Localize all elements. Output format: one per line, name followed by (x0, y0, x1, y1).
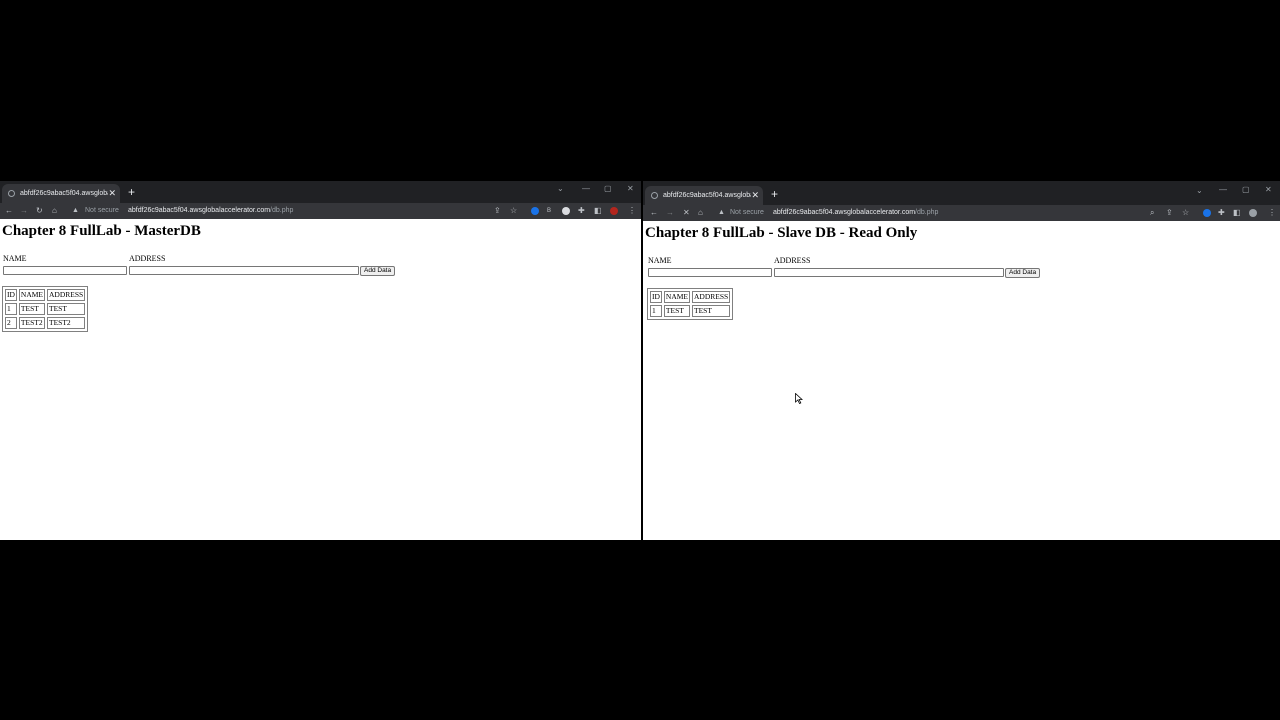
extension-circle-icon[interactable] (562, 207, 570, 215)
url-host: abfdf26c9abac5f04.awsglobalaccelerator.c… (773, 209, 916, 216)
kebab-menu-icon[interactable]: ⋮ (1268, 207, 1276, 219)
new-tab-button[interactable]: + (128, 183, 135, 201)
cell-id: 2 (5, 317, 17, 329)
tab-search-icon[interactable]: ⌄ (557, 184, 564, 193)
table-row: 1 TEST TEST (650, 305, 731, 317)
home-icon[interactable]: ⌂ (52, 205, 57, 217)
close-tab-icon[interactable]: ✕ (751, 186, 759, 205)
browser-window-slave: abfdf26c9abac5f04.awsglobalac ✕ + ⌄ — ▢ … (643, 181, 1280, 540)
cell-name: TEST (663, 305, 691, 317)
globe-icon (651, 192, 658, 199)
cell-name: TEST (18, 303, 46, 315)
puzzle-icon[interactable]: ✚ (578, 205, 585, 217)
cell-address: TEST (47, 303, 86, 315)
profile-avatar-icon[interactable] (610, 207, 618, 215)
profile-avatar-icon[interactable] (1249, 209, 1257, 217)
maximize-icon[interactable]: ▢ (604, 184, 612, 193)
puzzle-icon[interactable]: ✚ (1218, 207, 1225, 219)
data-table: ID NAME ADDRESS 1 TEST TEST 2 TEST2 TEST… (2, 286, 89, 332)
table-header-row: ID NAME ADDRESS (650, 291, 731, 303)
tab-db-slave[interactable]: abfdf26c9abac5f04.awsglobalac ✕ (645, 186, 763, 205)
header-name: NAME (18, 289, 46, 301)
reload-icon[interactable]: ↻ (36, 205, 43, 217)
name-label: NAME (3, 254, 27, 263)
table-header-row: ID NAME ADDRESS (5, 289, 86, 301)
url-path: /db.php (915, 209, 939, 216)
back-arrow-icon[interactable]: ← (650, 207, 658, 219)
browser-window-master: abfdf26c9abac5f04.awsglobalac ✕ + ⌄ — ▢ … (0, 181, 641, 540)
warning-icon[interactable]: ▲ (72, 205, 79, 217)
sidepanel-icon[interactable]: ◧ (594, 205, 602, 217)
extension-b-icon[interactable]: B (547, 205, 551, 217)
name-input[interactable] (648, 268, 772, 277)
add-data-button[interactable]: Add Data (1005, 268, 1041, 278)
header-name: NAME (663, 291, 691, 303)
new-tab-button[interactable]: + (771, 185, 778, 203)
share-icon[interactable]: ⇪ (1166, 207, 1173, 219)
header-id: ID (650, 291, 662, 303)
star-icon[interactable]: ☆ (1182, 207, 1189, 219)
close-tab-icon[interactable]: ✕ (108, 184, 116, 203)
sidepanel-icon[interactable]: ◧ (1233, 207, 1241, 219)
name-label: NAME (648, 256, 672, 265)
home-icon[interactable]: ⌂ (698, 207, 703, 219)
browser-toolbar: ← → ✕ ⌂ ▲ Not secure abfdf26c9abac5f04.a… (643, 205, 1280, 221)
add-data-button[interactable]: Add Data (360, 266, 396, 276)
globe-icon (8, 190, 15, 197)
header-address: ADDRESS (47, 289, 86, 301)
maximize-icon[interactable]: ▢ (1242, 185, 1250, 194)
name-input[interactable] (3, 266, 127, 275)
page-title: Chapter 8 FullLab - Slave DB - Read Only (645, 225, 918, 241)
cell-address: TEST2 (47, 317, 86, 329)
tab-strip: abfdf26c9abac5f04.awsglobalac ✕ + ⌄ — ▢ … (0, 181, 641, 203)
tab-title: abfdf26c9abac5f04.awsglobalac (663, 192, 751, 199)
address-label: ADDRESS (129, 254, 166, 263)
minimize-icon[interactable]: — (1219, 185, 1227, 194)
tab-title: abfdf26c9abac5f04.awsglobalac (20, 190, 108, 197)
cell-id: 1 (5, 303, 17, 315)
cell-address: TEST (692, 305, 731, 317)
address-input[interactable] (774, 268, 1004, 277)
security-indicator[interactable]: Not secure (85, 203, 119, 219)
data-table: ID NAME ADDRESS 1 TEST TEST (647, 288, 734, 320)
browser-toolbar: ← → ↻ ⌂ ▲ Not secure abfdf26c9abac5f04.a… (0, 203, 641, 219)
tab-strip: abfdf26c9abac5f04.awsglobalac ✕ + ⌄ — ▢ … (643, 181, 1280, 205)
share-icon[interactable]: ⇪ (494, 205, 501, 217)
security-indicator[interactable]: Not secure (730, 205, 764, 221)
url-path: /db.php (270, 207, 294, 214)
stop-loading-icon[interactable]: ✕ (683, 207, 690, 219)
extension-icon[interactable] (531, 207, 539, 215)
address-bar[interactable]: abfdf26c9abac5f04.awsglobalaccelerator.c… (128, 203, 293, 219)
warning-icon[interactable]: ▲ (718, 207, 725, 219)
close-icon[interactable]: ✕ (1265, 185, 1272, 194)
page-title: Chapter 8 FullLab - MasterDB (2, 223, 201, 239)
close-icon[interactable]: ✕ (627, 184, 634, 193)
url-host: abfdf26c9abac5f04.awsglobalaccelerator.c… (128, 207, 271, 214)
header-id: ID (5, 289, 17, 301)
address-bar[interactable]: abfdf26c9abac5f04.awsglobalaccelerator.c… (773, 205, 938, 221)
kebab-menu-icon[interactable]: ⋮ (628, 205, 636, 217)
mouse-cursor-icon (795, 393, 803, 405)
extension-icon[interactable] (1203, 209, 1211, 217)
cell-id: 1 (650, 305, 662, 317)
table-row: 2 TEST2 TEST2 (5, 317, 86, 329)
tab-db-master[interactable]: abfdf26c9abac5f04.awsglobalac ✕ (2, 184, 120, 203)
zoom-icon[interactable]: ⌕ (1150, 207, 1154, 219)
forward-arrow-icon[interactable]: → (20, 205, 28, 217)
forward-arrow-icon[interactable]: → (666, 207, 674, 219)
minimize-icon[interactable]: — (582, 184, 590, 193)
back-arrow-icon[interactable]: ← (5, 205, 13, 217)
header-address: ADDRESS (692, 291, 731, 303)
address-label: ADDRESS (774, 256, 811, 265)
address-input[interactable] (129, 266, 359, 275)
star-icon[interactable]: ☆ (510, 205, 517, 217)
table-row: 1 TEST TEST (5, 303, 86, 315)
tab-search-icon[interactable]: ⌄ (1196, 186, 1203, 195)
cell-name: TEST2 (18, 317, 46, 329)
